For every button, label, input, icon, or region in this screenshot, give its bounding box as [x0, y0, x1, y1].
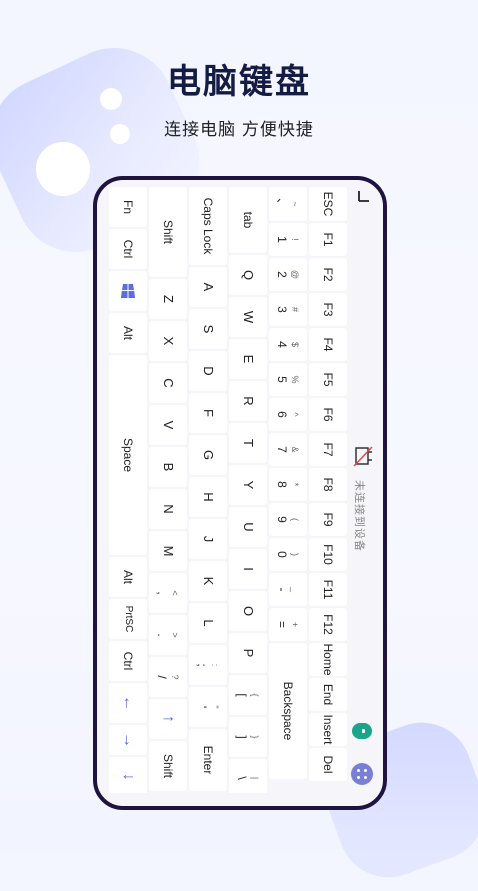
key-semicolon[interactable]: :; — [189, 645, 227, 685]
key-windows[interactable] — [109, 271, 147, 311]
key-z[interactable]: Z — [149, 279, 187, 319]
key-ctrl-right[interactable]: Ctrl — [109, 641, 147, 681]
key-s[interactable]: S — [189, 309, 227, 349]
key-m[interactable]: M — [149, 531, 187, 571]
key-prtsc[interactable]: PrtSC — [109, 599, 147, 639]
key-f5[interactable]: F5 — [309, 363, 347, 396]
key-period[interactable]: >. — [149, 615, 187, 655]
key-c[interactable]: C — [149, 363, 187, 403]
key-8[interactable]: * 8 — [269, 468, 307, 501]
key-l[interactable]: L — [189, 603, 227, 643]
key-enter[interactable]: Enter — [189, 729, 227, 791]
key-a[interactable]: A — [189, 267, 227, 307]
key-y[interactable]: Y — [229, 465, 267, 505]
key-1[interactable]: ! 1 — [269, 223, 307, 256]
key-bracket-left[interactable]: {[ — [229, 675, 267, 715]
key-i[interactable]: I — [229, 549, 267, 589]
back-arrow-icon[interactable] — [357, 189, 371, 203]
key-5[interactable]: % 5 — [269, 363, 307, 396]
key-f2[interactable]: F2 — [309, 258, 347, 291]
key-slash[interactable]: ? / — [149, 657, 187, 697]
key-ctrl-left[interactable]: Ctrl — [109, 229, 147, 269]
keyboard: ESC F1 F2 F3 F4 F5 F6 F7 F8 F9 F10 F11 F… — [103, 187, 347, 793]
key-4[interactable]: $4 — [269, 328, 307, 361]
key-6[interactable]: ^ 6 — [269, 398, 307, 431]
key-0[interactable]: ) 0 — [269, 538, 307, 571]
key-f1[interactable]: F1 — [309, 223, 347, 256]
connect-toggle[interactable] — [352, 723, 372, 739]
page-title: 电脑键盘 — [167, 63, 311, 101]
key-v[interactable]: V — [149, 405, 187, 445]
key-esc[interactable]: ESC — [309, 187, 347, 221]
key-f3[interactable]: F3 — [309, 293, 347, 326]
key-q[interactable]: Q — [229, 255, 267, 295]
key-quote[interactable]: " ' — [189, 687, 227, 727]
key-f8[interactable]: F8 — [309, 468, 347, 501]
key-backslash[interactable]: | \ — [229, 759, 267, 793]
key-shift-left[interactable]: Shift — [149, 187, 187, 277]
key-shift-right[interactable]: Shift — [149, 741, 187, 791]
key-n[interactable]: N — [149, 489, 187, 529]
key-x[interactable]: X — [149, 321, 187, 361]
key-tab[interactable]: tab — [229, 187, 267, 253]
arrow-down-key[interactable]: ↓ — [109, 757, 147, 793]
key-d[interactable]: D — [189, 351, 227, 391]
arrow-up-key[interactable]: ↑ — [149, 699, 187, 739]
key-g[interactable]: G — [189, 435, 227, 475]
key-home[interactable]: Home — [309, 643, 347, 676]
key-f10[interactable]: F10 — [309, 538, 347, 571]
key-j[interactable]: J — [189, 519, 227, 559]
arrow-left-key[interactable]: ← — [109, 683, 147, 723]
key-minus[interactable]: _ - — [269, 573, 307, 606]
key-caps-lock[interactable]: Caps Lock — [189, 187, 227, 265]
key-space[interactable]: Space — [109, 355, 147, 555]
key-t[interactable]: T — [229, 423, 267, 463]
keyboard-area: ESC F1 F2 F3 F4 F5 F6 F7 F8 F9 F10 F11 F… — [103, 187, 347, 793]
key-f7[interactable]: F7 — [309, 433, 347, 466]
key-f12[interactable]: F12 — [309, 608, 347, 641]
key-equals[interactable]: + = — [269, 608, 307, 641]
windows-icon — [121, 284, 135, 298]
key-p[interactable]: P — [229, 633, 267, 673]
decor-circle — [36, 142, 90, 196]
key-alt-left[interactable]: Alt — [109, 313, 147, 353]
menu-grid-button[interactable] — [351, 763, 373, 785]
key-e[interactable]: E — [229, 339, 267, 379]
key-f4[interactable]: F4 — [309, 328, 347, 361]
arrow-right-key[interactable]: → — [109, 725, 147, 755]
key-end[interactable]: End — [309, 678, 347, 711]
key-h[interactable]: H — [189, 477, 227, 517]
key-w[interactable]: W — [229, 297, 267, 337]
key-f11[interactable]: F11 — [309, 573, 347, 606]
key-o[interactable]: O — [229, 591, 267, 631]
key-bracket-right[interactable]: }] — [229, 717, 267, 757]
side-toolbar: 未连接到设备 — [351, 187, 373, 793]
key-tilde[interactable]: ~、 — [269, 187, 307, 221]
page-subtitle: 连接电脑 方便快捷 — [164, 120, 314, 139]
connection-status: 未连接到设备 — [353, 480, 365, 552]
key-alt-right[interactable]: Alt — [109, 557, 147, 597]
key-2[interactable]: @2 — [269, 258, 307, 291]
key-del[interactable]: Del — [309, 748, 347, 781]
key-fn[interactable]: Fn — [109, 187, 147, 227]
key-b[interactable]: B — [149, 447, 187, 487]
key-9[interactable]: (9 — [269, 503, 307, 536]
key-3[interactable]: #3 — [269, 293, 307, 326]
key-u[interactable]: U — [229, 507, 267, 547]
key-f6[interactable]: F6 — [309, 398, 347, 431]
key-k[interactable]: K — [189, 561, 227, 601]
key-insert[interactable]: Insert — [309, 713, 347, 746]
phone-mockup: ESC F1 F2 F3 F4 F5 F6 F7 F8 F9 F10 F11 F… — [93, 176, 387, 810]
key-comma[interactable]: <, — [149, 573, 187, 613]
key-7[interactable]: & 7 — [269, 433, 307, 466]
key-backspace[interactable]: Backspace — [269, 643, 307, 779]
key-f[interactable]: F — [189, 393, 227, 433]
key-r[interactable]: R — [229, 381, 267, 421]
monitor-disconnected-icon — [353, 446, 373, 467]
key-f9[interactable]: F9 — [309, 503, 347, 536]
